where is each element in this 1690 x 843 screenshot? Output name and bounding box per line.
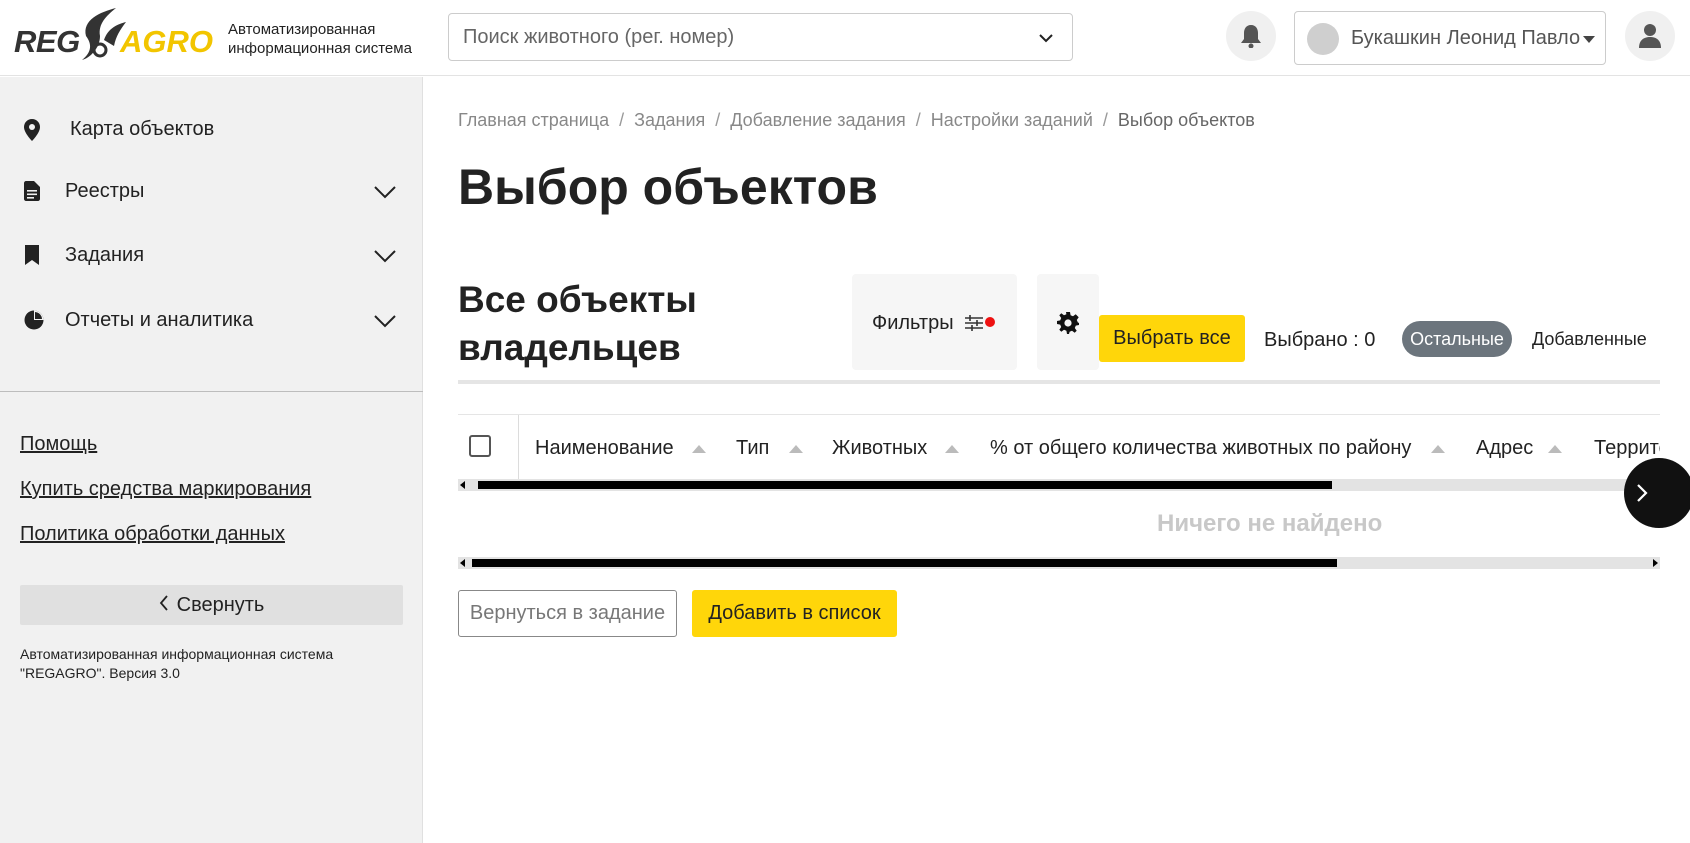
select-all-cell [458, 415, 519, 479]
system-name-line1: Автоматизированная [228, 21, 376, 38]
system-name-line2: информационная система [228, 40, 412, 57]
table-header: Наименование Тип Животных % от общего ко… [458, 414, 1660, 479]
tab-added[interactable]: Добавленные [1532, 329, 1647, 350]
breadcrumb-separator: / [619, 110, 625, 130]
chevron-down-icon[interactable] [373, 314, 397, 328]
buy-marking-link[interactable]: Купить средства маркирования [20, 478, 311, 501]
chevron-right-icon [1637, 484, 1648, 502]
section-title: Все объекты владельцев [458, 276, 798, 372]
filters-button[interactable]: Фильтры [852, 274, 1017, 370]
top-header: REG AGRO Автоматизированная информационн… [0, 0, 1690, 76]
sidebar-item-tasks[interactable]: Задания [0, 225, 423, 285]
sidebar-item-map[interactable]: Карта объектов [0, 99, 423, 159]
selected-count: Выбрано : 0 [1264, 329, 1376, 351]
version-info: Автоматизированная информационная систем… [20, 645, 400, 683]
breadcrumb-separator: / [915, 110, 921, 130]
column-header-type[interactable]: Тип [736, 437, 769, 460]
sidebar-divider [0, 391, 423, 392]
document-icon [24, 181, 40, 201]
page-title: Выбор объектов [458, 159, 878, 215]
animal-search-input[interactable] [463, 14, 1023, 60]
scrollbar-thumb[interactable] [478, 481, 1332, 489]
gear-icon [1057, 312, 1079, 334]
sliders-icon [965, 315, 983, 331]
user-name: Букашкин Леонид Павло [1351, 27, 1581, 49]
system-name: Автоматизированная информационная систем… [228, 20, 412, 58]
back-to-task-button[interactable]: Вернуться в задание [458, 590, 677, 637]
sidebar-item-registers[interactable]: Реестры [0, 161, 423, 221]
animal-search[interactable] [448, 13, 1073, 61]
sort-asc-icon[interactable] [1548, 445, 1562, 453]
scroll-left-arrow[interactable] [460, 559, 465, 567]
add-to-list-button[interactable]: Добавить в список [692, 590, 897, 637]
table-scrollbar[interactable] [458, 557, 1660, 569]
breadcrumb: Главная страница / Задания / Добавление зада… [458, 110, 1255, 131]
column-header-name[interactable]: Наименование [535, 437, 674, 460]
filters-label: Фильтры [872, 312, 954, 334]
breadcrumb-task-settings[interactable]: Настройки заданий [931, 110, 1093, 130]
tab-other[interactable]: Остальные [1402, 321, 1512, 357]
avatar [1307, 23, 1339, 55]
data-policy-link[interactable]: Политика обработки данных [20, 523, 285, 546]
chevron-down-icon[interactable] [1036, 28, 1056, 48]
column-header-address[interactable]: Адрес [1476, 437, 1533, 460]
breadcrumb-separator: / [1102, 110, 1108, 130]
breadcrumb-home[interactable]: Главная страница [458, 110, 609, 130]
sidebar-item-reports[interactable]: Отчеты и аналитика [0, 290, 423, 350]
sidebar: Карта объектов Реестры Задания Отчеты и … [0, 77, 423, 843]
sidebar-item-label: Карта объектов [70, 118, 215, 140]
column-header-percent[interactable]: % от общего количества животных по район… [990, 437, 1411, 460]
column-header-animals[interactable]: Животных [832, 437, 927, 460]
sidebar-item-label: Задания [65, 244, 145, 266]
version-line1: Автоматизированная информационная систем… [20, 646, 334, 662]
breadcrumb-separator: / [715, 110, 721, 130]
scroll-left-arrow[interactable] [460, 481, 465, 489]
sidebar-item-label: Реестры [65, 180, 145, 202]
chevron-down-icon[interactable] [373, 249, 397, 263]
breadcrumb-add-task[interactable]: Добавление задания [730, 110, 906, 130]
sort-asc-icon[interactable] [945, 445, 959, 453]
user-icon [1639, 24, 1661, 48]
sort-asc-icon[interactable] [789, 445, 803, 453]
breadcrumb-current: Выбор объектов [1117, 110, 1255, 130]
map-pin-icon [24, 119, 40, 141]
breadcrumb-tasks[interactable]: Задания [634, 110, 705, 130]
user-dropdown[interactable]: Букашкин Леонид Павло [1294, 11, 1606, 65]
scrollbar-thumb[interactable] [472, 559, 1337, 567]
regagro-logo[interactable]: REG AGRO [14, 6, 214, 66]
version-line2: "REGAGRO". Версия 3.0 [20, 665, 180, 681]
sort-asc-icon[interactable] [692, 445, 706, 453]
collapse-label: Свернуть [176, 593, 265, 616]
section-divider [458, 380, 1660, 384]
section-title-line1: Все объекты [458, 279, 697, 320]
profile-button[interactable] [1625, 11, 1675, 61]
select-all-checkbox[interactable] [469, 435, 491, 457]
pie-chart-icon [24, 310, 44, 330]
help-link[interactable]: Помощь [20, 433, 97, 456]
section-title-line2: владельцев [458, 327, 681, 368]
column-header-territory[interactable]: Террито [1594, 437, 1660, 460]
table-settings-button[interactable] [1037, 274, 1099, 370]
scroll-right-button[interactable] [1624, 458, 1690, 528]
chevron-down-icon[interactable] [373, 185, 397, 199]
chevron-left-icon [159, 594, 168, 611]
bookmark-icon [25, 245, 39, 265]
empty-message: Ничего не найдено [1157, 510, 1383, 537]
caret-down-icon [1583, 36, 1595, 43]
sidebar-item-label: Отчеты и аналитика [65, 309, 254, 331]
sort-asc-icon[interactable] [1431, 445, 1445, 453]
select-all-button[interactable]: Выбрать все [1099, 315, 1245, 362]
collapse-button[interactable]: Свернуть [20, 585, 403, 625]
logo-text-agro: AGRO [120, 24, 213, 59]
scroll-right-arrow[interactable] [1653, 559, 1658, 567]
logo-text-reg: REG [14, 24, 80, 59]
active-filter-dot [985, 317, 995, 327]
bell-icon [1241, 25, 1261, 48]
header-scrollbar[interactable] [458, 479, 1660, 491]
notifications-button[interactable] [1226, 11, 1276, 61]
